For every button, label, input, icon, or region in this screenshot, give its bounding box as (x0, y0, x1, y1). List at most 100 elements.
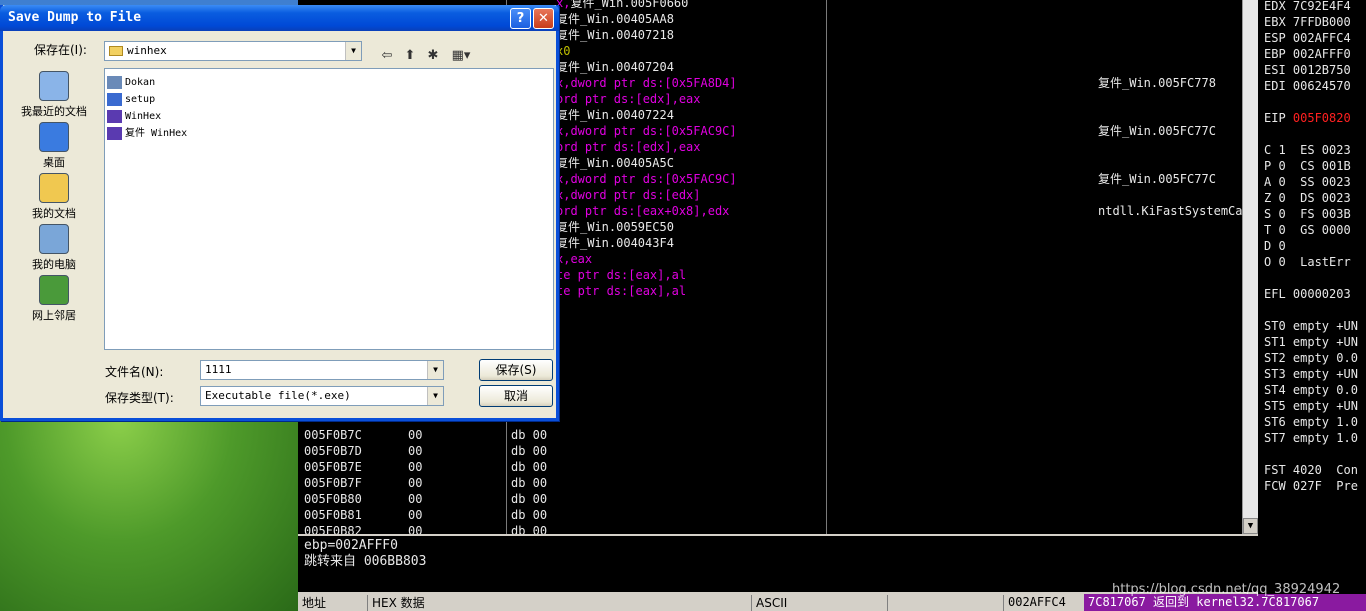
dialog-titlebar[interactable]: Save Dump to File ? ✕ (0, 5, 559, 31)
register-line[interactable]: ESI 0012B750 (1264, 62, 1351, 78)
disasm-line[interactable]: 复件_Win.00407224 (556, 107, 674, 123)
header-address[interactable]: 地址 (298, 595, 368, 611)
register-line[interactable]: D 0 (1264, 238, 1286, 254)
register-line[interactable]: ST2 empty 0.0 (1264, 350, 1358, 366)
chevron-down-icon[interactable]: ▼ (427, 361, 443, 379)
place-item[interactable]: 我的电脑 (11, 224, 97, 272)
scroll-down-button[interactable]: ▼ (1243, 518, 1258, 534)
app-icon (107, 75, 122, 89)
register-line[interactable]: ST0 empty +UN (1264, 318, 1358, 334)
register-text: ST4 empty 0.0 (1264, 383, 1358, 397)
register-line[interactable]: O 0 LastErr (1264, 254, 1351, 270)
register-line[interactable]: EBP 002AFFF0 (1264, 46, 1351, 62)
registers-pane[interactable]: EDX 7C92E4F4 EBX 7FFDB000 ESP 002AFFC4 EBP … (1258, 0, 1366, 611)
register-line[interactable]: EBX 7FFDB000 (1264, 14, 1351, 30)
register-line[interactable]: A 0 SS 0023 (1264, 174, 1351, 190)
register-line[interactable]: ST5 empty +UN (1264, 398, 1358, 414)
save-dump-dialog[interactable]: Save Dump to File ? ✕ 保存在(I): winhex ▼ ⇦… (0, 5, 559, 421)
header-ascii[interactable]: ASCII (752, 595, 888, 611)
disasm-code: ord ptr ds:[eax+0x8],edx (556, 204, 730, 218)
view-menu-icon[interactable]: ▦▾ (447, 47, 475, 65)
place-item[interactable]: 网上邻居 (11, 275, 97, 323)
recent-documents-icon (39, 71, 69, 101)
save-button[interactable]: 保存(S) (479, 359, 553, 381)
register-value: 005F0820 (1292, 111, 1351, 125)
close-button[interactable]: ✕ (533, 8, 554, 29)
disasm-line[interactable]: x,dword ptr ds:[0x5FAC9C] 复件_Win.005FC77C (556, 171, 1216, 187)
dump-row[interactable]: 005F0B7E 00 db 00 (304, 459, 547, 475)
disasm-line[interactable]: 复件_Win.00407204 (556, 59, 674, 75)
register-text: EDX 7C92E4F4 (1264, 0, 1351, 13)
chevron-down-icon[interactable]: ▼ (427, 387, 443, 405)
register-line[interactable]: FCW 027F Pre (1264, 478, 1358, 494)
cancel-button[interactable]: 取消 (479, 385, 553, 407)
back-icon[interactable]: ⇦ (377, 47, 397, 65)
register-line[interactable]: Z 0 DS 0023 (1264, 190, 1351, 206)
file-list[interactable]: Dokan setup WinHex 复件 WinHex (104, 68, 554, 350)
register-line[interactable]: ESP 002AFFC4 (1264, 30, 1351, 46)
disasm-code: x,dword ptr ds:[edx] (556, 188, 701, 202)
register-line[interactable]: ST3 empty +UN (1264, 366, 1358, 382)
register-line[interactable]: ST4 empty 0.0 (1264, 382, 1358, 398)
header-hex[interactable]: HEX 数据 (368, 595, 752, 611)
file-item[interactable]: 复件 WinHex (107, 126, 187, 142)
disasm-line[interactable]: x,复件_Win.005F0660 (556, 0, 688, 11)
register-line[interactable]: P 0 CS 001B (1264, 158, 1351, 174)
register-line[interactable]: EDI 00624570 (1264, 78, 1351, 94)
place-label: 我的电脑 (32, 258, 76, 271)
dump-asm: db 00 (511, 444, 548, 458)
file-item[interactable]: Dokan (107, 75, 155, 91)
register-line[interactable]: ST6 empty 1.0 (1264, 414, 1358, 430)
save-in-combo[interactable]: winhex ▼ (104, 41, 362, 61)
register-line[interactable]: ST7 empty 1.0 (1264, 430, 1358, 446)
disasm-line[interactable]: 复件_Win.00405AA8 (556, 11, 674, 27)
register-line[interactable]: EFL 00000203 (1264, 286, 1351, 302)
dump-hex: 00 (408, 476, 423, 490)
register-line[interactable]: ST1 empty +UN (1264, 334, 1358, 350)
disasm-line[interactable]: ord ptr ds:[edx],eax (556, 91, 701, 107)
register-text: T 0 GS 0000 (1264, 223, 1351, 237)
dump-row[interactable]: 005F0B80 00 db 00 (304, 491, 547, 507)
disasm-line[interactable]: 复件_Win.00407218 (556, 27, 674, 43)
place-label: 我的文档 (32, 207, 76, 220)
place-item[interactable]: 我最近的文档 (11, 71, 97, 119)
register-line[interactable]: C 1 ES 0023 (1264, 142, 1351, 158)
place-item[interactable]: 桌面 (11, 122, 97, 170)
disasm-line[interactable]: 复件_Win.0059EC50 (556, 219, 674, 235)
register-line[interactable]: T 0 GS 0000 (1264, 222, 1351, 238)
file-item[interactable]: WinHex (107, 109, 161, 125)
register-line[interactable]: EDX 7C92E4F4 (1264, 0, 1351, 14)
chevron-down-icon[interactable]: ▼ (345, 42, 361, 60)
register-line[interactable]: EIP 005F0820 (1264, 110, 1351, 126)
dump-pane[interactable]: 005F0B7C 00 db 00 005F0B7D 00 db 00 005F0B7E 00… (298, 421, 828, 538)
register-line[interactable]: S 0 FS 003B (1264, 206, 1351, 222)
help-button[interactable]: ? (510, 8, 531, 29)
disasm-line[interactable]: te ptr ds:[eax],al (556, 283, 686, 299)
dump-row[interactable]: 005F0B7C 00 db 00 (304, 427, 547, 443)
disasm-code: x,dword ptr ds:[0x5FAC9C] (556, 172, 737, 186)
filetype-select[interactable]: Executable file(*.exe) ▼ (200, 386, 444, 406)
dump-row[interactable]: 005F0B81 00 db 00 (304, 507, 547, 523)
dump-row[interactable]: 005F0B7D 00 db 00 (304, 443, 547, 459)
filename-input[interactable]: 1111 ▼ (200, 360, 444, 380)
up-folder-icon[interactable]: ⬆ (400, 47, 420, 65)
save-in-value: winhex (127, 44, 167, 57)
new-folder-icon[interactable]: ✱ (423, 47, 443, 65)
place-item[interactable]: 我的文档 (11, 173, 97, 221)
register-line[interactable]: FST 4020 Con (1264, 462, 1358, 478)
dump-address: 005F0B7F (304, 476, 362, 490)
disasm-line[interactable]: te ptr ds:[eax],al (556, 267, 686, 283)
disasm-line[interactable]: x,eax (556, 251, 592, 267)
disasm-line[interactable]: ord ptr ds:[edx],eax (556, 139, 701, 155)
disasm-line[interactable]: x,dword ptr ds:[0x5FAC9C] 复件_Win.005FC77C (556, 123, 1216, 139)
file-item[interactable]: setup (107, 92, 155, 108)
disasm-line[interactable]: 复件_Win.004043F4 (556, 235, 674, 251)
vertical-scrollbar[interactable]: ▼ (1242, 0, 1258, 534)
disasm-line[interactable]: ord ptr ds:[eax+0x8],edx ntdll.KiFastSyst… (556, 203, 1279, 219)
disasm-line[interactable]: 复件_Win.00405A5C (556, 155, 674, 171)
disasm-line[interactable]: x,dword ptr ds:[0x5FA8D4] 复件_Win.005FC778 (556, 75, 1216, 91)
register-text: S 0 FS 003B (1264, 207, 1351, 221)
dump-row[interactable]: 005F0B7F 00 db 00 (304, 475, 547, 491)
disasm-line[interactable]: x,dword ptr ds:[edx] (556, 187, 701, 203)
dump-header[interactable]: 地址 HEX 数据 ASCII (298, 594, 1004, 611)
